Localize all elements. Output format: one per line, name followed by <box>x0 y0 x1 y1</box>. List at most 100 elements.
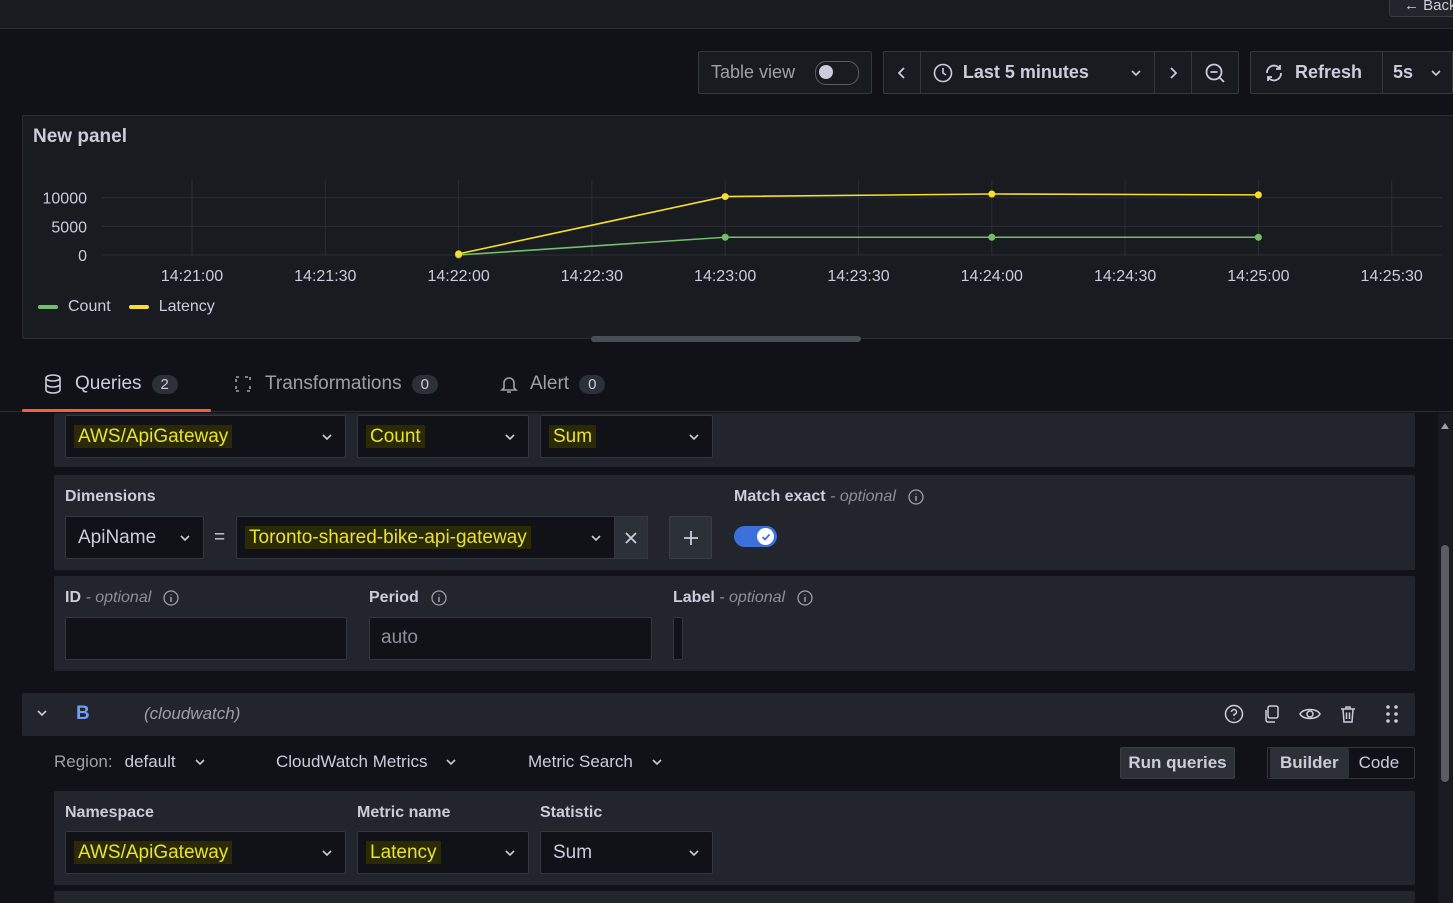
service-value: CloudWatch Metrics <box>276 752 428 771</box>
chevron-down-icon <box>688 431 700 443</box>
editor-mode-toggle: Builder Code <box>1267 747 1415 779</box>
top-bar <box>0 0 1453 29</box>
help-icon[interactable] <box>1224 704 1244 724</box>
info-icon[interactable] <box>908 489 924 505</box>
dimension-key-select[interactable]: ApiName <box>65 516 204 559</box>
trash-icon[interactable] <box>1338 704 1358 724</box>
legend-item-latency[interactable]: Latency <box>128 298 215 316</box>
duplicate-icon[interactable] <box>1262 704 1282 724</box>
dimension-value-select[interactable]: Toronto-shared-bike-api-gateway <box>236 516 615 559</box>
table-view-toggle-group[interactable]: Table view <box>698 51 872 94</box>
code-mode-button[interactable]: Code <box>1349 748 1410 778</box>
chevron-left-icon[interactable] <box>884 52 920 93</box>
x-tick-label: 14:22:00 <box>427 268 489 285</box>
time-picker-group: Last 5 minutes <box>883 51 1239 94</box>
period-input[interactable]: auto <box>369 617 652 660</box>
mode-select[interactable]: Metric Search <box>528 752 663 772</box>
info-icon[interactable] <box>797 590 813 606</box>
x-tick-label: 14:23:00 <box>694 268 756 285</box>
builder-mode-button[interactable]: Builder <box>1270 748 1349 778</box>
label-input[interactable] <box>673 617 683 660</box>
x-tick-label: 14:22:30 <box>561 268 623 285</box>
tab-queries-count: 2 <box>151 374 178 394</box>
chevron-down-icon <box>1430 67 1442 79</box>
table-view-toggle[interactable] <box>815 60 859 85</box>
statistic-label: Statistic <box>540 804 603 821</box>
info-icon[interactable] <box>163 590 179 606</box>
namespace-value-b: AWS/ApiGateway <box>74 840 233 864</box>
chevron-right-icon[interactable] <box>1155 52 1191 93</box>
legend-item-count[interactable]: Count <box>38 298 111 316</box>
data-point-count <box>721 233 729 241</box>
chevron-down-icon <box>504 847 516 859</box>
label-label: Label - optional <box>673 589 813 607</box>
period-text: Period <box>369 589 419 606</box>
service-select[interactable]: CloudWatch Metrics <box>276 752 457 772</box>
drag-handle-icon[interactable] <box>1385 704 1399 724</box>
namespace-value: AWS/ApiGateway <box>74 424 233 448</box>
panel-title: New panel <box>33 126 127 147</box>
optional-text: - optional <box>830 488 896 505</box>
statistic-select[interactable]: Sum <box>540 415 713 458</box>
metric-name-select-b[interactable]: Latency <box>357 831 529 874</box>
time-range-picker[interactable]: Last 5 minutes <box>921 62 1154 83</box>
table-view-label: Table view <box>711 62 796 82</box>
tab-transformations-count: 0 <box>411 374 438 394</box>
dimension-value: Toronto-shared-bike-api-gateway <box>245 525 531 549</box>
zoom-out-icon[interactable] <box>1192 52 1238 93</box>
add-dimension-button[interactable] <box>669 516 712 559</box>
legend-label: Latency <box>158 298 215 315</box>
run-queries-button[interactable]: Run queries <box>1120 747 1235 779</box>
metric-name-select[interactable]: Count <box>357 415 529 458</box>
chevron-down-icon <box>504 431 516 443</box>
match-exact-label: Match exact - optional <box>734 488 924 506</box>
panel-resize-handle[interactable] <box>591 336 861 342</box>
x-tick-label: 14:21:30 <box>294 268 356 285</box>
timeseries-chart[interactable]: 10000 5000 0 14:21:00 14:21:30 14:22:00 14:22:… <box>22 150 1453 290</box>
remove-dimension-button[interactable] <box>614 516 648 559</box>
statistic-value: Sum <box>549 424 597 448</box>
match-exact-switch[interactable] <box>734 526 777 547</box>
legend-label: Count <box>68 298 111 315</box>
y-tick-label: 10000 <box>43 191 88 208</box>
time-range-label: Last 5 minutes <box>962 62 1089 82</box>
optional-text: - optional <box>85 589 152 606</box>
statistic-value-b: Sum <box>553 841 593 863</box>
namespace-select-b[interactable]: AWS/ApiGateway <box>65 831 346 874</box>
back-button[interactable]: ← Back <box>1389 0 1453 17</box>
x-tick-label: 14:24:30 <box>1094 268 1156 285</box>
metric-name-value: Count <box>366 424 425 448</box>
info-icon[interactable] <box>431 590 447 606</box>
scroll-up-arrow-icon[interactable] <box>1440 417 1450 435</box>
chevron-down-icon <box>179 532 191 544</box>
data-point-count <box>1254 233 1262 241</box>
region-label: Region: <box>54 752 113 771</box>
data-point-latency <box>1254 191 1262 199</box>
refresh-button[interactable]: Refresh <box>1251 62 1382 84</box>
namespace-select[interactable]: AWS/ApiGateway <box>65 415 346 458</box>
eye-icon[interactable] <box>1299 704 1321 724</box>
refresh-interval-picker[interactable]: 5s <box>1383 62 1452 83</box>
tab-alert[interactable]: Alert 0 <box>500 373 606 395</box>
scrollbar-thumb[interactable] <box>1441 545 1449 782</box>
x-tick-label: 14:25:00 <box>1227 268 1289 285</box>
y-tick-label: 5000 <box>51 219 87 236</box>
tab-queries[interactable]: Queries 2 <box>44 373 178 395</box>
region-select[interactable]: Region: default <box>54 752 206 772</box>
chevron-down-icon[interactable] <box>35 706 49 720</box>
refresh-icon <box>1263 62 1285 84</box>
statistic-select-b[interactable]: Sum <box>540 831 713 874</box>
chart-legend: Count Latency <box>38 298 215 316</box>
id-input[interactable] <box>65 617 347 660</box>
database-icon <box>44 374 62 394</box>
label-text: Label <box>673 589 715 606</box>
metric-name-value-b: Latency <box>366 840 441 864</box>
query-ref-id[interactable]: B <box>76 703 90 725</box>
x-tick-label: 14:25:30 <box>1361 268 1423 285</box>
legend-swatch <box>38 305 58 309</box>
chevron-down-icon <box>194 756 206 768</box>
refresh-group: Refresh 5s <box>1250 51 1453 94</box>
tab-transformations[interactable]: Transformations 0 <box>233 373 438 395</box>
next-card <box>54 891 1415 903</box>
chevron-down-icon <box>651 756 663 768</box>
